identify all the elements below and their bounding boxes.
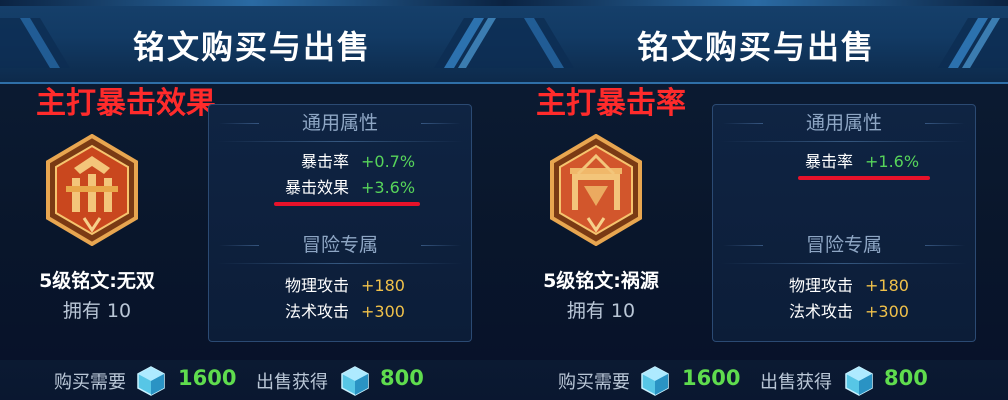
red-underline-annotation — [274, 202, 420, 206]
adventure-attributes-title: 冒险专属 — [209, 229, 471, 261]
stat-value: +3.6% — [361, 178, 416, 197]
stat-row: 法术攻击 +300 — [209, 299, 473, 325]
wushuang-rune-icon — [44, 133, 140, 247]
huoyuan-rune-icon — [548, 133, 644, 247]
rune-owned-count: 拥有 10 — [62, 300, 132, 322]
buy-label: 购买需要 — [558, 372, 630, 393]
diamond-icon — [845, 366, 873, 396]
stat-label: 法术攻击 — [284, 302, 349, 321]
stat-value: +180 — [361, 276, 405, 295]
buy-price: 1600 — [178, 366, 237, 390]
attributes-box: 通用属性 暴击率 +0.7% 暴击效果 +3.6% 冒险专属 物理攻击 +180… — [208, 104, 472, 342]
panel-header: 铭文购买与出售 — [0, 0, 504, 84]
rune-panel-huoyuan: 铭文购买与出售 主打暴击率 5级铭文:祸源 拥有 10 通用属性 暴击率 +1.… — [504, 0, 1008, 400]
rune-name: 5级铭文:祸源 — [543, 270, 659, 292]
diamond-icon — [341, 366, 369, 396]
buy-price: 1600 — [682, 366, 741, 390]
stat-label: 暴击率 — [300, 152, 349, 171]
stat-value: +300 — [361, 302, 405, 321]
stat-row: 暴击率 +0.7% — [209, 149, 473, 175]
stat-row: 物理攻击 +180 — [209, 273, 473, 299]
panel-header: 铭文购买与出售 — [504, 0, 1008, 84]
buy-label: 购买需要 — [54, 372, 126, 393]
general-attributes-title: 通用属性 — [209, 107, 471, 139]
sell-price: 800 — [380, 366, 424, 390]
stat-label: 暴击效果 — [284, 178, 349, 197]
attributes-box: 通用属性 暴击率 +1.6% 冒险专属 物理攻击 +180 法术攻击 +300 — [712, 104, 976, 342]
highlight-caption: 主打暴击效果 — [36, 86, 216, 121]
stat-row: 暴击效果 +3.6% — [209, 175, 473, 201]
stat-label: 物理攻击 — [284, 276, 349, 295]
page-title: 铭文购买与出售 — [636, 28, 875, 66]
price-footer: 购买需要 1600 出售获得 800 — [504, 360, 1008, 400]
stat-value: +1.6% — [865, 152, 920, 171]
sell-price: 800 — [884, 366, 928, 390]
highlight-caption: 主打暴击率 — [536, 86, 686, 121]
adventure-attributes-title: 冒险专属 — [713, 229, 975, 261]
diamond-icon — [641, 366, 669, 396]
stat-label: 法术攻击 — [788, 302, 853, 321]
stat-value: +0.7% — [361, 152, 416, 171]
stat-label: 物理攻击 — [788, 276, 853, 295]
rune-owned-count: 拥有 10 — [566, 300, 636, 322]
stat-row: 物理攻击 +180 — [713, 273, 977, 299]
general-attributes-title: 通用属性 — [713, 107, 975, 139]
stat-value: +300 — [865, 302, 909, 321]
red-underline-annotation — [798, 176, 930, 180]
price-footer: 购买需要 1600 出售获得 800 — [0, 360, 504, 400]
stat-label: 暴击率 — [804, 152, 853, 171]
rune-panel-wushuang: 铭文购买与出售 主打暴击效果 5级铭文:无双 拥有 10 通用属性 暴击率 +0… — [0, 0, 504, 400]
stat-value: +180 — [865, 276, 909, 295]
page-title: 铭文购买与出售 — [132, 28, 371, 66]
diamond-icon — [137, 366, 165, 396]
sell-label: 出售获得 — [256, 372, 328, 393]
stat-row: 暴击率 +1.6% — [713, 149, 977, 175]
rune-name: 5级铭文:无双 — [39, 270, 155, 292]
sell-label: 出售获得 — [760, 372, 832, 393]
stat-row: 法术攻击 +300 — [713, 299, 977, 325]
